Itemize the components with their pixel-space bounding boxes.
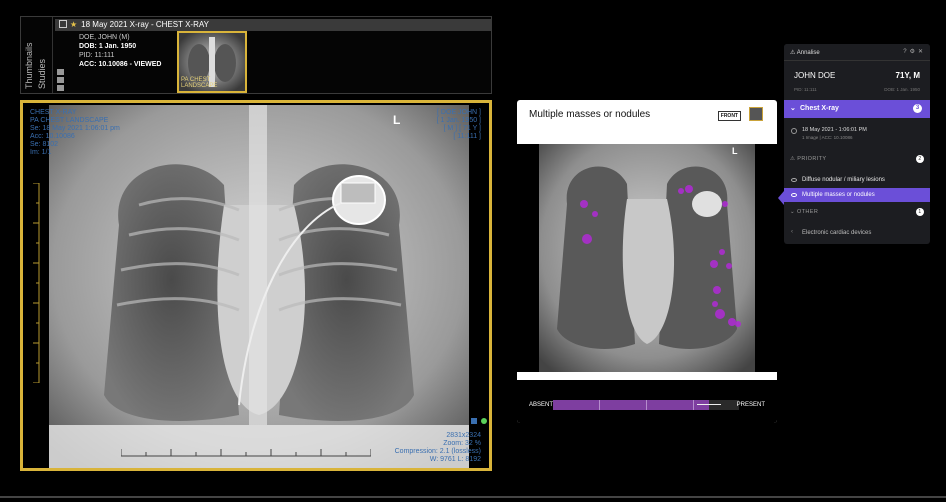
thumbnail-label: PA CHEST LANDSCAPE (181, 77, 218, 89)
overlay-date: Se: 18 May 2021 1:06:01 pm (30, 125, 120, 132)
finding-thumbnail-icon[interactable] (749, 107, 763, 121)
finding-item-electronic-cardiac[interactable]: Electronic cardiac devices (791, 229, 871, 236)
series-thumbnail[interactable]: PA CHEST LANDSCAPE (177, 31, 247, 93)
finding-item-diffuse-nodular[interactable]: Diffuse nodular / miliary lesions (784, 173, 930, 187)
patient-dob: DOB: 1 Jan. 1950 (884, 87, 920, 92)
confidence-tick (599, 400, 600, 410)
overlay-top-right: [ DOE JOHN ] [ 1 Jan. 1950 ] [ M ] [ 71 … (437, 109, 481, 141)
overlay-top-left: CHEST X-RAY PA CHEST LANDSCAPE Se: 18 Ma… (30, 109, 120, 157)
other-header[interactable]: ⌄ OTHER 1 (790, 208, 924, 216)
other-count-badge: 1 (916, 208, 924, 216)
overlay-sex-age: [ M ] [ 71 Y ] (443, 125, 481, 132)
patient-name: JOHN DOE (794, 71, 836, 80)
priority-icon: ⚠ (790, 156, 796, 162)
study-header[interactable]: ★ 18 May 2021 X-ray - CHEST X-RAY (55, 19, 491, 31)
print-icon[interactable] (57, 77, 64, 83)
confidence-tick (646, 400, 647, 410)
study-side-icons (57, 67, 71, 93)
expand-icon[interactable] (59, 20, 67, 28)
overlay-dob: [ 1 Jan. 1950 ] (436, 117, 481, 124)
study-date: 18 May 2021 - 1:06:01 PM (802, 127, 867, 133)
scale-absent-label: ABSENT (529, 402, 554, 408)
finding-heatmap-view[interactable]: L (517, 144, 777, 372)
sidebar-controls[interactable]: ?⚙✕ (903, 48, 926, 55)
star-icon[interactable]: ★ (70, 20, 77, 29)
main-viewport[interactable]: CHEST X-RAY PA CHEST LANDSCAPE Se: 18 Ma… (20, 100, 492, 471)
app-name: Annalise (796, 50, 820, 56)
finding-label: Diffuse nodular / miliary lesions (802, 177, 885, 183)
overlay-pid: [ 11:111 ] (453, 133, 481, 140)
download-icon[interactable] (57, 85, 64, 91)
clock-icon (791, 128, 797, 134)
patient-pid: PID: 11:111 (794, 87, 817, 92)
study-label: Chest X-ray (800, 105, 839, 112)
confidence-tick (693, 400, 694, 410)
priority-count-badge: 2 (916, 155, 924, 163)
priority-header[interactable]: ⚠ PRIORITY 2 (790, 155, 924, 163)
overlay-image-number: Im: 1/1 (30, 149, 52, 156)
finding-title: Multiple masses or nodules (529, 109, 651, 120)
patient-dob-line: DOB: 1 Jan. 1950 (79, 43, 137, 50)
layout-icon[interactable] (471, 418, 477, 424)
finding-panel: Multiple masses or nodules FRONT L ABSEN… (517, 100, 777, 423)
vertical-ruler (33, 183, 40, 383)
patient-age-sex: 71Y, M (895, 71, 920, 80)
view-tag-front[interactable]: FRONT (717, 111, 741, 121)
finding-label: Multiple masses or nodules (802, 192, 875, 198)
overlay-dimensions: 2831x2324 (446, 432, 481, 439)
patient-info: DOE, JOHN (M) DOB: 1 Jan. 1950 PID: 11:1… (79, 33, 161, 69)
overlay-window-level: W: 9761 L: 8192 (429, 456, 481, 463)
confidence-fill (553, 400, 709, 410)
overlay-patient-name: [ DOE JOHN ] (437, 109, 481, 116)
overlay-compression: Compression: 2.1 (lossless) (394, 448, 481, 455)
thumbnail-strip: Thumbnails Studies ★ 18 May 2021 X-ray - … (20, 16, 492, 94)
scale-present-label: PRESENT (736, 402, 765, 408)
study-meta: 1 Image | ACC: 10.10086 (802, 135, 853, 140)
warning-icon: ⚠ (790, 50, 796, 56)
other-label: OTHER (796, 209, 819, 215)
eye-icon[interactable] (791, 193, 797, 197)
priority-label: PRIORITY (797, 156, 827, 162)
tab-studies[interactable]: Studies (37, 59, 47, 89)
chest-xray-image[interactable] (49, 105, 469, 471)
bottom-divider (0, 496, 946, 498)
study-count-badge: 3 (913, 104, 922, 113)
eye-icon[interactable] (791, 178, 797, 182)
overlay-series-name: CHEST X-RAY (30, 109, 77, 116)
overlay-bottom-right: 2831x2324 Zoom: 32 % Compression: 2.1 (l… (395, 432, 481, 464)
confidence-track (553, 400, 739, 410)
overlay-acc: Acc: 10.10086 (30, 133, 75, 140)
chevron-down-icon: ⌄ (790, 209, 796, 215)
finding-item-multiple-masses[interactable]: Multiple masses or nodules (784, 188, 930, 202)
heatmap-xray-image (539, 144, 755, 372)
side-marker-l: L (393, 113, 401, 127)
confidence-range (697, 404, 721, 405)
study-section-chest-xray[interactable]: ⌄ Chest X-ray 3 (784, 100, 930, 118)
study-header-label: 18 May 2021 X-ray - CHEST X-RAY (81, 20, 209, 29)
patient-pid-line: PID: 11:111 (79, 52, 115, 59)
chevron-down-icon: ⌄ (790, 105, 796, 112)
patient-name-line: DOE, JOHN (M) (79, 34, 130, 41)
overlay-zoom: Zoom: 32 % (443, 440, 481, 447)
overlay-series-number: Se: 8102 (30, 141, 59, 148)
vertical-tabs: Thumbnails Studies (21, 17, 53, 93)
horizontal-ruler (121, 449, 371, 457)
status-dot-icon (481, 418, 487, 424)
report-icon[interactable] (57, 69, 64, 75)
patient-acc-line: ACC: 10.10086 - VIEWED (79, 61, 162, 68)
annalise-sidebar: ⚠ Annalise ?⚙✕ JOHN DOE 71Y, M PID: 11:1… (784, 44, 930, 244)
tab-thumbnails[interactable]: Thumbnails (24, 42, 34, 89)
confidence-scale: ABSENT PRESENT (517, 380, 777, 423)
overlay-view-name: PA CHEST LANDSCAPE (30, 117, 109, 124)
sidebar-header: ⚠ Annalise ?⚙✕ (784, 44, 930, 61)
close-icon[interactable]: ✕ (918, 49, 926, 55)
heatmap-side-marker: L (732, 146, 738, 156)
settings-icon[interactable]: ⚙ (910, 49, 918, 55)
